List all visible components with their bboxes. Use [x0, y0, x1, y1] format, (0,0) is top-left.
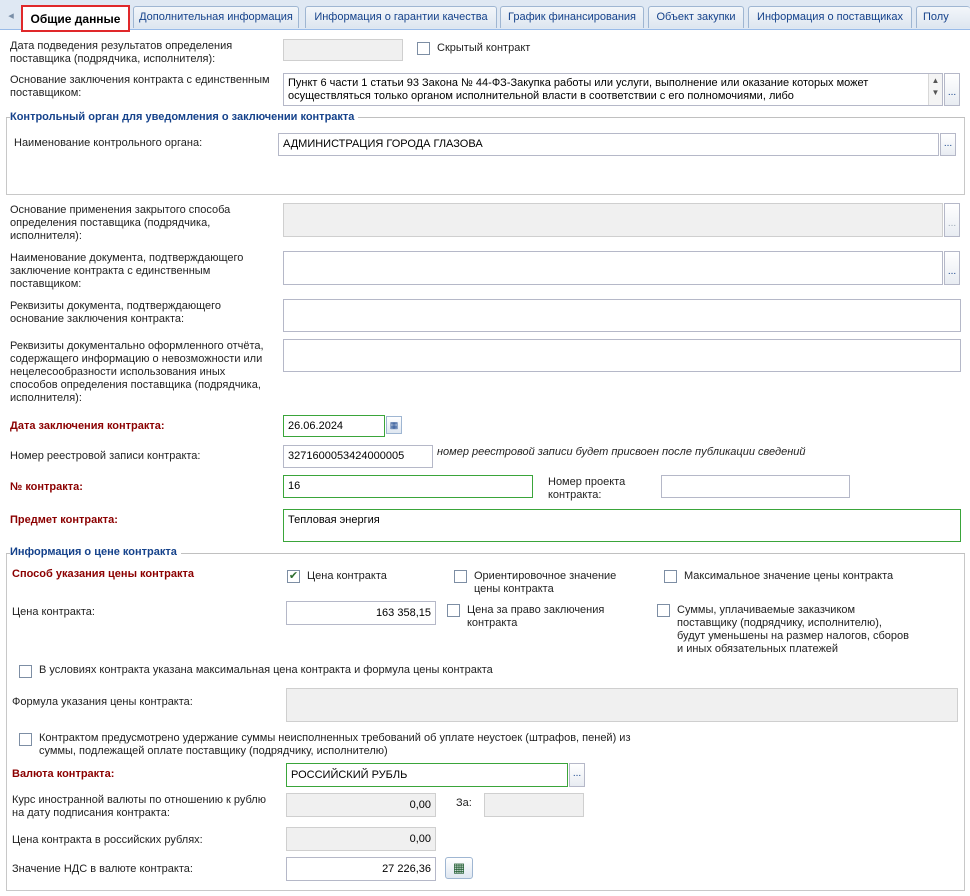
tab-quality-guarantee[interactable]: Информация о гарантии качества [305, 6, 497, 28]
approx-price-checkbox[interactable] [454, 570, 467, 583]
subject-field[interactable]: Тепловая энергия [283, 509, 961, 542]
per-label: За: [456, 797, 472, 809]
registry-number-field: 3271600053424000005 [283, 445, 433, 468]
max-price-label: Максимальное значение цены контракта [684, 570, 894, 582]
reduced-sums-label: Суммы, уплачиваемые заказчиком поставщик… [677, 604, 909, 655]
approx-price-label: Ориентировочное значение цены контракта [474, 570, 617, 595]
rub-price-field: 0,00 [286, 827, 436, 851]
price-method-label: Способ указания цены контракта [12, 568, 194, 580]
results-date-field [283, 39, 403, 61]
currency-select-button[interactable]: ... [569, 763, 585, 787]
max-price-checkbox[interactable] [664, 570, 677, 583]
calendar-icon[interactable]: ▦ [386, 416, 402, 434]
registry-number-label: Номер реестровой записи контракта: [10, 450, 201, 462]
vat-field[interactable]: 27 226,36 [286, 857, 436, 881]
vat-label: Значение НДС в валюте контракта: [12, 863, 193, 875]
hidden-contract-checkbox[interactable] [417, 42, 430, 55]
tab-recipients[interactable]: Полу [916, 6, 970, 28]
calculator-icon[interactable]: ▦ [445, 857, 473, 879]
price-label: Цена контракта: [12, 606, 95, 618]
price-option-label: Цена контракта [307, 570, 387, 582]
formula-field [286, 688, 958, 722]
right-to-conclude-checkbox[interactable] [447, 604, 460, 617]
contract-number-label: № контракта: [10, 481, 83, 493]
contract-date-field[interactable]: 26.06.2024 [283, 415, 385, 437]
control-body-select-button[interactable]: ... [940, 133, 956, 156]
control-section-title: Контрольный орган для уведомления о закл… [10, 111, 359, 124]
fx-rate-field: 0,00 [286, 793, 436, 817]
price-section-title: Информация о цене контракта [10, 546, 181, 559]
draft-number-field[interactable] [661, 475, 850, 498]
closed-method-label: Основание применения закрытого способа о… [10, 204, 231, 242]
scroll-down-icon[interactable]: ▼ [929, 88, 942, 97]
results-date-label: Дата подведения результатов определения … [10, 40, 233, 65]
right-to-conclude-label: Цена за право заключения контракта [467, 604, 605, 629]
doc-name-select-button[interactable]: ... [944, 251, 960, 285]
formula-label: Формула указания цены контракта: [12, 696, 193, 708]
textarea-scrollbar[interactable]: ▲ ▼ [928, 74, 942, 105]
price-option-checkbox[interactable]: ✔ [287, 570, 300, 583]
contract-number-field[interactable]: 16 [283, 475, 533, 498]
max-formula-label: В условиях контракта указана максимальна… [39, 664, 493, 676]
scroll-up-icon[interactable]: ▲ [929, 76, 942, 85]
per-field [484, 793, 584, 817]
price-field[interactable]: 163 358,15 [286, 601, 436, 625]
control-body-field[interactable]: АДМИНИСТРАЦИЯ ГОРОДА ГЛАЗОВА [278, 133, 939, 156]
control-body-label: Наименование контрольного органа: [14, 137, 203, 149]
currency-field[interactable]: РОССИЙСКИЙ РУБЛЬ [286, 763, 568, 787]
tab-procurement-object[interactable]: Объект закупки [648, 6, 744, 28]
single-supplier-basis-select-button[interactable]: ... [944, 73, 960, 106]
doc-requisites-label: Реквизиты документа, подтверждающего осн… [10, 300, 222, 325]
closed-method-select-button: ... [944, 203, 960, 237]
subject-label: Предмет контракта: [10, 514, 118, 526]
report-requisites-label: Реквизиты документально оформленного отч… [10, 340, 264, 404]
single-supplier-basis-label: Основание заключения контракта с единств… [10, 74, 270, 99]
draft-number-label: Номер проекта контракта: [548, 476, 626, 501]
tab-general-data[interactable]: Общие данные [21, 5, 130, 32]
doc-name-field[interactable] [283, 251, 943, 285]
rub-price-label: Цена контракта в российских рублях: [12, 834, 203, 846]
closed-method-field [283, 203, 943, 237]
fx-rate-label: Курс иностранной валюты по отношению к р… [12, 794, 266, 819]
hidden-contract-label: Скрытый контракт [437, 42, 531, 54]
registry-number-note: номер реестровой записи будет присвоен п… [437, 446, 806, 458]
tab-suppliers-info[interactable]: Информация о поставщиках [748, 6, 912, 28]
single-supplier-basis-text: Пункт 6 части 1 статьи 93 Закона № 44-ФЗ… [288, 77, 869, 102]
withholding-checkbox[interactable] [19, 733, 32, 746]
tab-financing-schedule[interactable]: График финансирования [500, 6, 644, 28]
control-body-fieldset [6, 117, 965, 195]
single-supplier-basis-textarea[interactable]: Пункт 6 части 1 статьи 93 Закона № 44-ФЗ… [283, 73, 943, 106]
doc-requisites-field[interactable] [283, 299, 961, 332]
report-requisites-field[interactable] [283, 339, 961, 372]
checkmark-icon: ✔ [288, 570, 299, 582]
reduced-sums-checkbox[interactable] [657, 604, 670, 617]
tab-scroll-left-icon[interactable]: ◂ [4, 9, 18, 23]
withholding-label: Контрактом предусмотрено удержание суммы… [39, 732, 631, 757]
max-formula-checkbox[interactable] [19, 665, 32, 678]
tab-additional-info[interactable]: Дополнительная информация [133, 6, 299, 28]
currency-label: Валюта контракта: [12, 768, 115, 780]
doc-name-label: Наименование документа, подтверждающего … [10, 252, 244, 290]
contract-date-label: Дата заключения контракта: [10, 420, 165, 432]
